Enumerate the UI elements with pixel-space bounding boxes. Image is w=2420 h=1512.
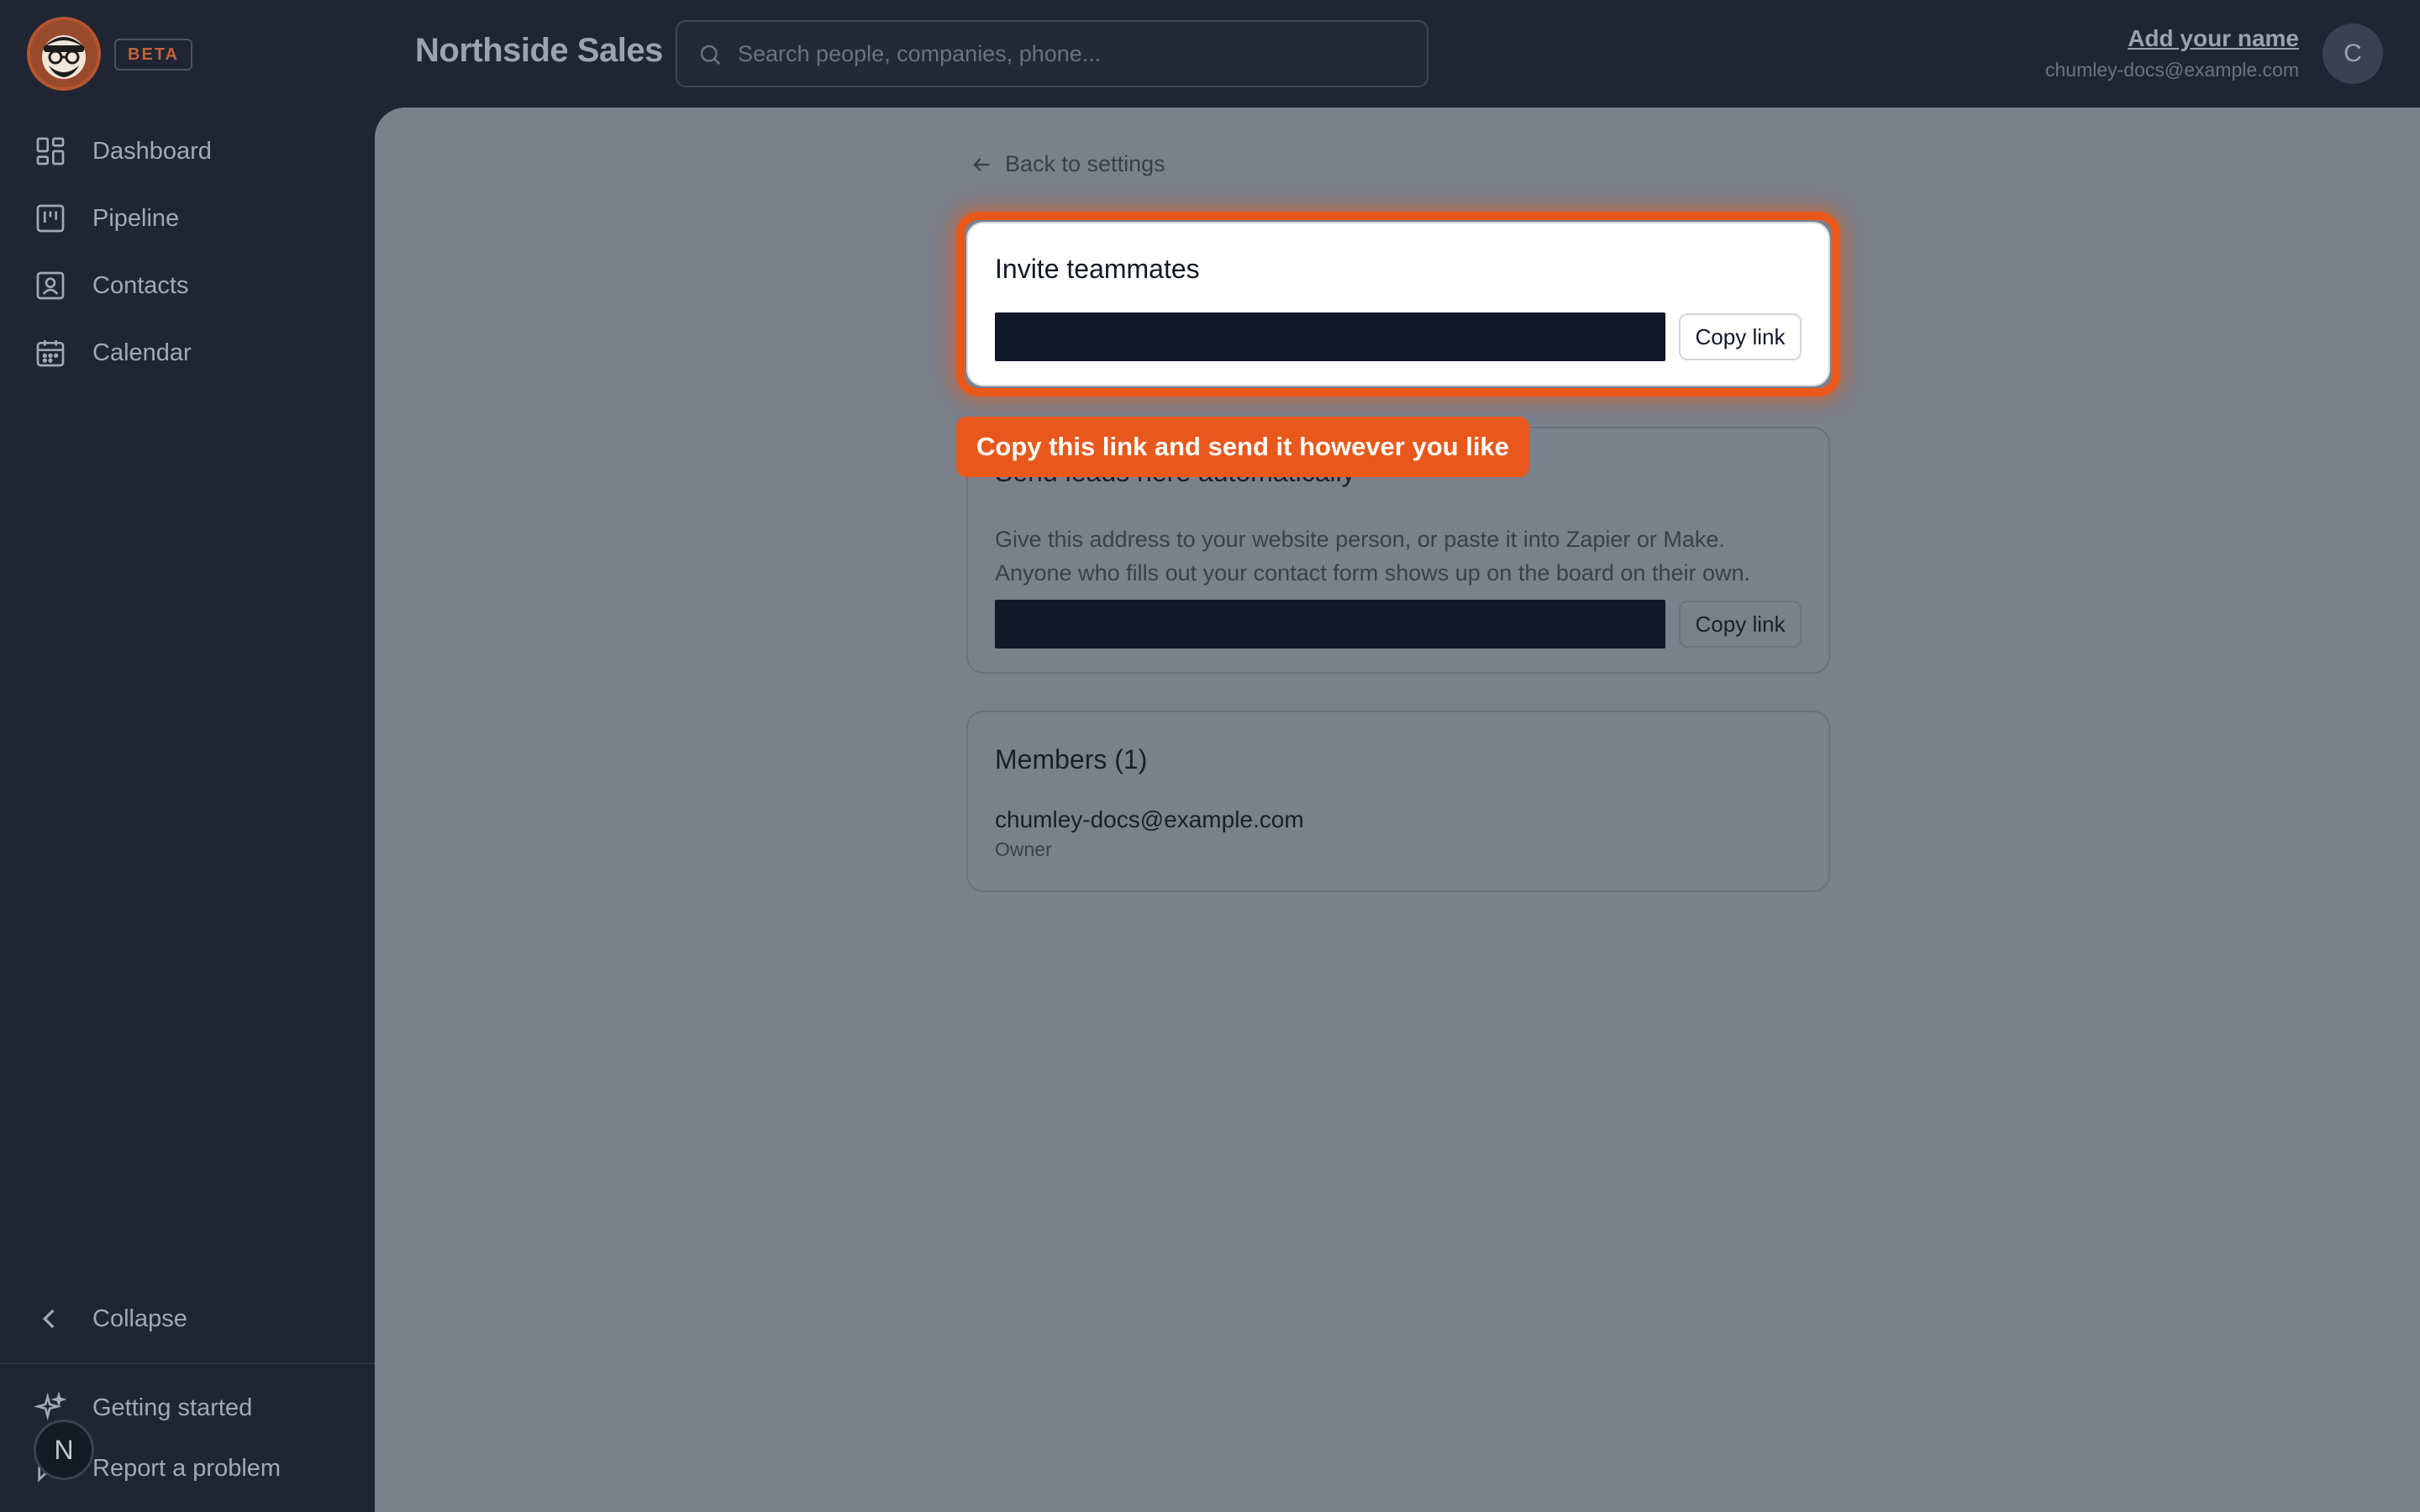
sidebar-item-contacts[interactable]: Contacts <box>34 262 353 309</box>
user-email: chumley-docs@example.com <box>2044 59 2299 81</box>
copy-invite-link-button[interactable]: Copy link <box>1679 313 1802 360</box>
getting-started-label: Getting started <box>92 1394 253 1421</box>
chevron-left-icon <box>42 1309 55 1329</box>
sidebar-item-label: Calendar <box>92 339 192 366</box>
invite-link-field[interactable] <box>995 312 1665 361</box>
logo-mascot-icon[interactable] <box>27 17 101 91</box>
onboarding-tooltip: Copy this link and send it however you l… <box>956 417 1529 477</box>
back-to-settings-link[interactable]: Back to settings <box>970 151 1165 177</box>
beta-badge: BETA <box>114 39 192 71</box>
leads-card-description: Give this address to your website person… <box>995 527 1751 585</box>
copy-leads-link-button[interactable]: Copy link <box>1679 601 1802 648</box>
dashboard-icon <box>36 137 65 165</box>
help-bubble[interactable]: N <box>34 1420 94 1480</box>
sidebar-collapse-button[interactable]: Collapse <box>34 1295 353 1342</box>
invite-teammates-card: Invite teammates Copy link <box>966 222 1830 386</box>
sidebar-item-calendar[interactable]: Calendar <box>34 329 353 376</box>
sidebar-item-label: Pipeline <box>92 204 180 232</box>
sidebar-item-label: Dashboard <box>92 137 212 165</box>
member-role: Owner <box>995 838 1052 860</box>
pipeline-icon <box>36 204 65 233</box>
sidebar-item-dashboard[interactable]: Dashboard <box>34 128 353 175</box>
members-card: Members (1) chumley-docs@example.com Own… <box>966 711 1830 892</box>
search-input[interactable] <box>738 22 1410 86</box>
member-email: chumley-docs@example.com <box>995 806 1304 832</box>
collapse-label: Collapse <box>92 1305 187 1332</box>
workspace-title: Northside Sales <box>415 32 663 69</box>
user-avatar[interactable]: C <box>2323 24 2383 84</box>
report-problem-label: Report a problem <box>92 1454 281 1482</box>
invite-card-title: Invite teammates <box>995 254 1200 284</box>
search-icon <box>700 45 721 66</box>
search-box[interactable] <box>676 20 1428 87</box>
top-bar: BETA Northside Sales Add your name chuml… <box>0 0 2420 108</box>
leads-address-field[interactable] <box>995 600 1665 648</box>
calendar-icon <box>36 340 65 367</box>
sidebar-divider <box>0 1362 375 1364</box>
back-label: Back to settings <box>1005 151 1165 176</box>
contacts-icon <box>36 271 65 300</box>
sidebar-item-pipeline[interactable]: Pipeline <box>34 195 353 242</box>
user-name-link[interactable]: Add your name <box>2128 25 2299 52</box>
members-card-title: Members (1) <box>995 744 1148 774</box>
arrow-left-icon <box>973 157 990 171</box>
sidebar-item-label: Contacts <box>92 271 189 299</box>
getting-started-link[interactable]: Getting started <box>34 1384 353 1431</box>
